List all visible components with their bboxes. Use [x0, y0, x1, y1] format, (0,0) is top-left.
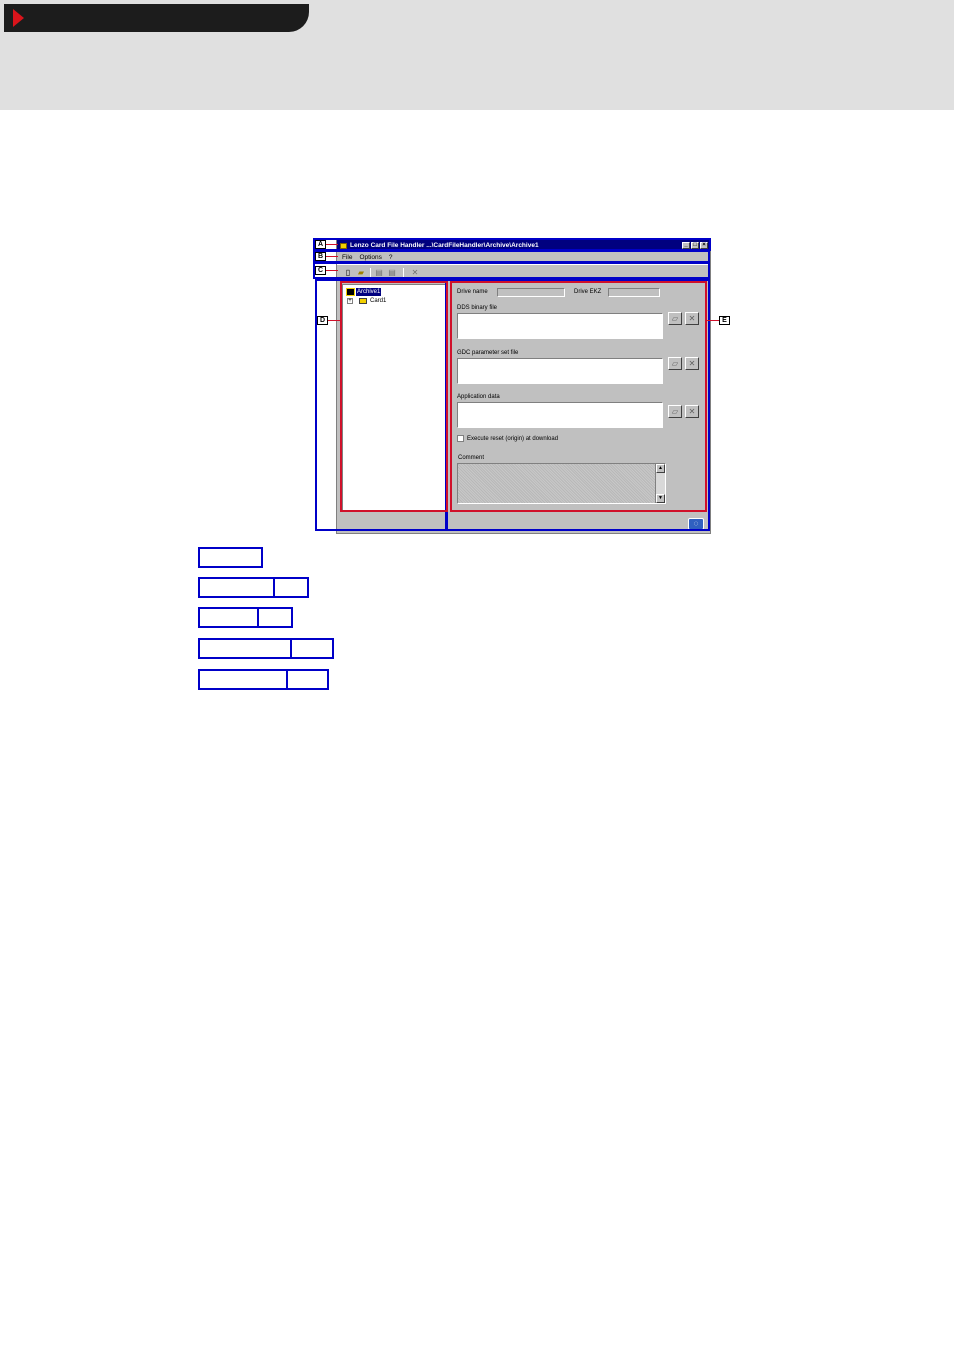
legend-box-d	[198, 638, 334, 659]
manual-page: Lenzo Card File Handler ...\CardFileHand…	[0, 0, 954, 1350]
chapter-tab	[4, 4, 309, 32]
chapter-arrow-icon	[13, 9, 24, 27]
callout-d: D	[317, 316, 328, 325]
callout-e: E	[719, 316, 730, 325]
callout-d-line	[328, 320, 341, 321]
legend-divider	[286, 671, 288, 688]
region-c-outline	[313, 262, 710, 279]
legend-box-a	[198, 547, 263, 568]
legend-box-c	[198, 607, 293, 628]
page-header-band	[0, 0, 954, 110]
callout-c-line	[326, 270, 338, 271]
callout-a-line	[326, 244, 338, 245]
callout-a: A	[315, 240, 326, 249]
callout-c: C	[315, 266, 326, 275]
tree-highlight	[340, 281, 448, 512]
callout-e-line	[707, 320, 719, 321]
panel-highlight	[450, 281, 707, 512]
legend-divider	[257, 609, 259, 626]
legend-box-b	[198, 577, 309, 598]
callout-b: B	[315, 252, 326, 261]
legend-box-e	[198, 669, 329, 690]
legend-divider	[290, 640, 292, 657]
callout-b-line	[326, 256, 338, 257]
legend-divider	[273, 579, 275, 596]
